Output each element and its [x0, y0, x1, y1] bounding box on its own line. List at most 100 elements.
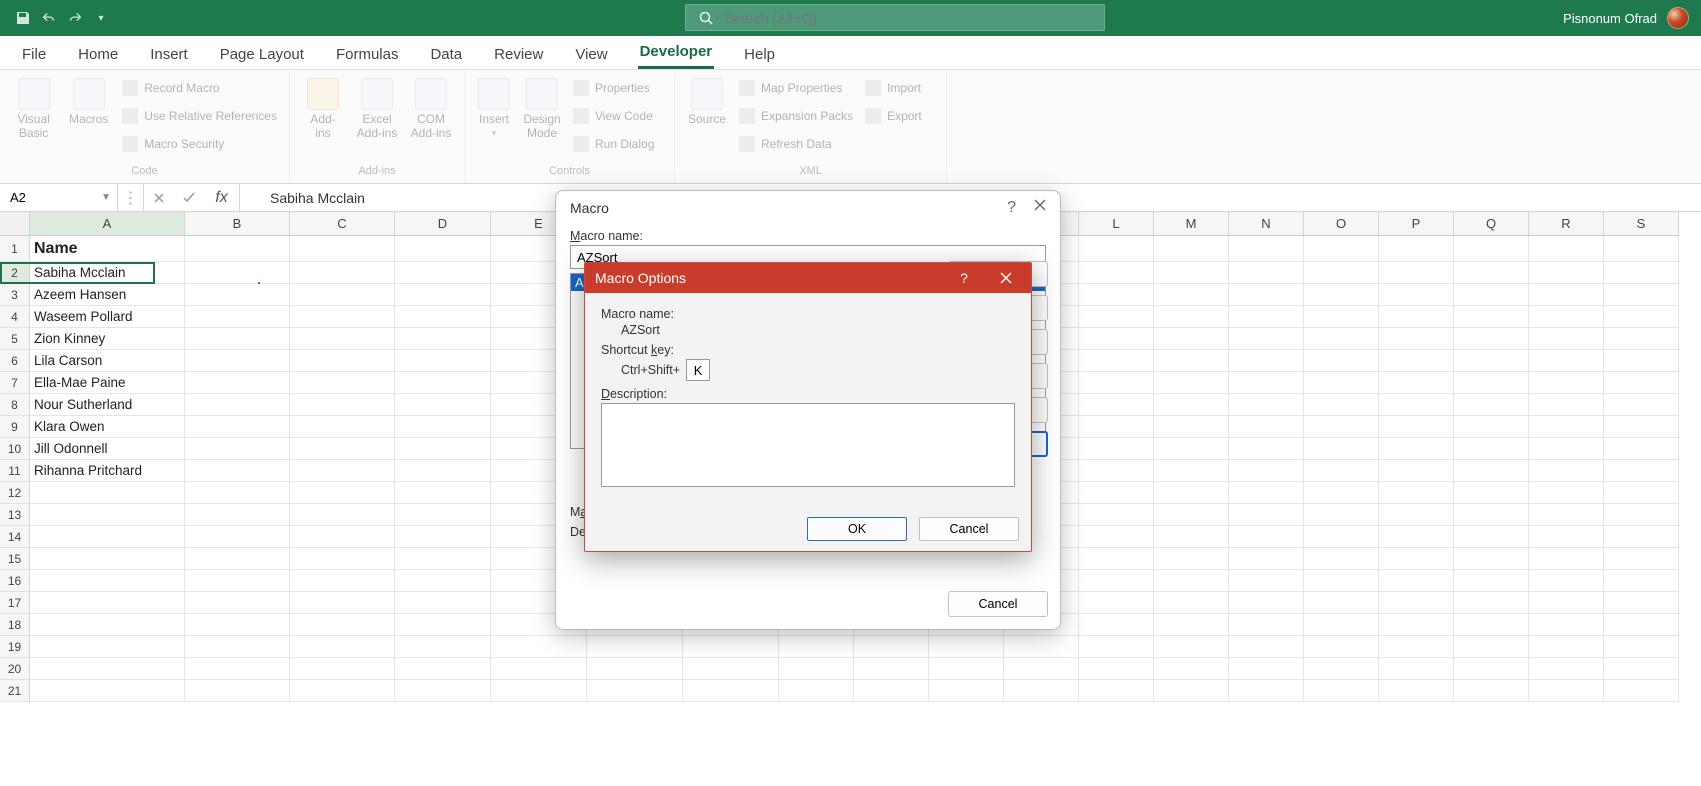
- close-icon[interactable]: [1034, 199, 1046, 217]
- cell[interactable]: [395, 482, 491, 504]
- cell[interactable]: [290, 460, 395, 482]
- insert-controls-button[interactable]: Insert▾: [473, 76, 515, 139]
- cell[interactable]: [1229, 658, 1304, 680]
- cell[interactable]: [1454, 658, 1529, 680]
- cell[interactable]: [1229, 680, 1304, 702]
- cell[interactable]: [854, 680, 929, 702]
- cell[interactable]: [395, 548, 491, 570]
- cell[interactable]: [1454, 548, 1529, 570]
- cell[interactable]: [185, 570, 290, 592]
- row-header[interactable]: 16: [0, 570, 30, 592]
- cell[interactable]: [1079, 614, 1154, 636]
- cell[interactable]: [1454, 482, 1529, 504]
- cell[interactable]: [1154, 372, 1229, 394]
- cell[interactable]: [1229, 438, 1304, 460]
- cell[interactable]: [1304, 438, 1379, 460]
- cell[interactable]: [395, 284, 491, 306]
- cell[interactable]: [1304, 504, 1379, 526]
- cell[interactable]: [395, 236, 491, 262]
- undo-icon[interactable]: [40, 9, 58, 27]
- cell[interactable]: [1004, 658, 1079, 680]
- cell[interactable]: [290, 548, 395, 570]
- cell[interactable]: [185, 438, 290, 460]
- cell[interactable]: [30, 680, 185, 702]
- cell[interactable]: [1304, 658, 1379, 680]
- cell[interactable]: [1079, 438, 1154, 460]
- cell[interactable]: [1079, 636, 1154, 658]
- row-header[interactable]: 14: [0, 526, 30, 548]
- cell[interactable]: [1379, 416, 1454, 438]
- cell[interactable]: [395, 504, 491, 526]
- cell[interactable]: [1229, 482, 1304, 504]
- search-box[interactable]: [685, 4, 1105, 31]
- cell[interactable]: [683, 658, 779, 680]
- cell[interactable]: [1454, 416, 1529, 438]
- cell[interactable]: [491, 680, 587, 702]
- cell[interactable]: [30, 614, 185, 636]
- row-header[interactable]: 8: [0, 394, 30, 416]
- cell[interactable]: [290, 592, 395, 614]
- cell[interactable]: [1454, 284, 1529, 306]
- cell[interactable]: [395, 328, 491, 350]
- row-header[interactable]: 20: [0, 658, 30, 680]
- tab-developer[interactable]: Developer: [638, 37, 715, 69]
- cell[interactable]: [1379, 570, 1454, 592]
- cell[interactable]: [1604, 526, 1679, 548]
- cell[interactable]: [185, 284, 290, 306]
- refresh-data-button[interactable]: Refresh Data: [735, 132, 857, 156]
- cell[interactable]: [587, 658, 683, 680]
- chevron-down-icon[interactable]: ▼: [101, 192, 111, 203]
- excel-addins-button[interactable]: Excel Add-ins: [352, 76, 402, 140]
- row-header[interactable]: 17: [0, 592, 30, 614]
- cell[interactable]: [1304, 328, 1379, 350]
- cell[interactable]: [1079, 306, 1154, 328]
- cell[interactable]: [290, 236, 395, 262]
- cell[interactable]: [1529, 350, 1604, 372]
- cell[interactable]: [1379, 438, 1454, 460]
- cell[interactable]: [1454, 460, 1529, 482]
- tab-insert[interactable]: Insert: [148, 40, 190, 69]
- cell[interactable]: [1604, 262, 1679, 284]
- help-icon[interactable]: ?: [943, 263, 985, 293]
- cell[interactable]: [1529, 482, 1604, 504]
- cell[interactable]: [30, 482, 185, 504]
- column-header[interactable]: C: [290, 212, 395, 236]
- cell[interactable]: [290, 614, 395, 636]
- column-header[interactable]: P: [1379, 212, 1454, 236]
- cell[interactable]: [1379, 328, 1454, 350]
- cell[interactable]: [1529, 504, 1604, 526]
- tab-formulas[interactable]: Formulas: [334, 40, 401, 69]
- cell[interactable]: [1604, 460, 1679, 482]
- cell[interactable]: [1079, 236, 1154, 262]
- cell[interactable]: [1604, 680, 1679, 702]
- cell[interactable]: [1604, 636, 1679, 658]
- cell[interactable]: [1079, 416, 1154, 438]
- cell[interactable]: [1379, 460, 1454, 482]
- cell[interactable]: [290, 680, 395, 702]
- cell[interactable]: [1604, 328, 1679, 350]
- cell[interactable]: [1304, 284, 1379, 306]
- macro-dialog-titlebar[interactable]: Macro ?: [556, 191, 1060, 225]
- cell[interactable]: [1079, 658, 1154, 680]
- cell[interactable]: [929, 658, 1004, 680]
- cell[interactable]: [1304, 394, 1379, 416]
- cell[interactable]: [1304, 482, 1379, 504]
- design-mode-button[interactable]: Design Mode: [519, 76, 565, 140]
- cell[interactable]: [1529, 592, 1604, 614]
- cell[interactable]: [1604, 236, 1679, 262]
- cell[interactable]: [1604, 548, 1679, 570]
- cell[interactable]: [1229, 236, 1304, 262]
- cell[interactable]: [395, 526, 491, 548]
- cell[interactable]: [1154, 350, 1229, 372]
- cell[interactable]: [1379, 394, 1454, 416]
- cell[interactable]: Jill Odonnell: [30, 438, 185, 460]
- cell[interactable]: [1379, 636, 1454, 658]
- cell[interactable]: [30, 548, 185, 570]
- cell[interactable]: [1229, 504, 1304, 526]
- cell[interactable]: [185, 636, 290, 658]
- cell[interactable]: [290, 416, 395, 438]
- select-all-corner[interactable]: [0, 212, 30, 236]
- cell[interactable]: [1079, 372, 1154, 394]
- cell[interactable]: [1529, 372, 1604, 394]
- tab-page-layout[interactable]: Page Layout: [218, 40, 306, 69]
